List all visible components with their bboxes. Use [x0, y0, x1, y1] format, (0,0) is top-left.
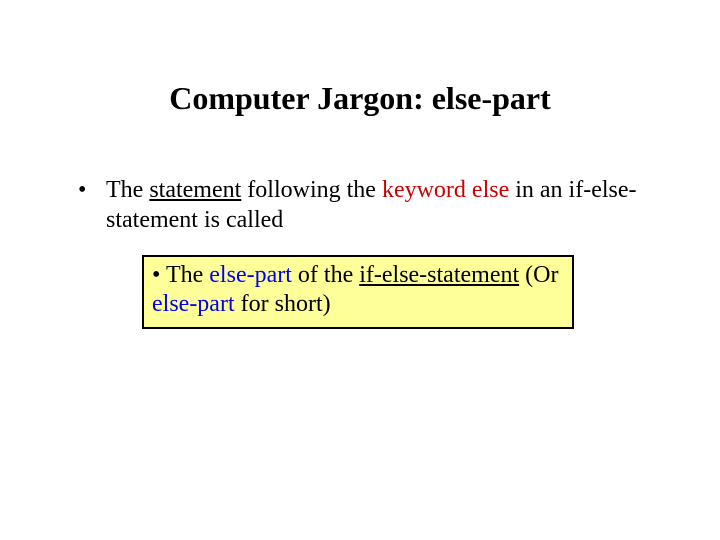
text-segment: following the [241, 177, 382, 203]
slide: Computer Jargon: else-part • The stateme… [0, 0, 720, 540]
underlined-if-else: if-else-statement [359, 262, 519, 288]
bullet-text: The statement following the keyword else… [106, 175, 660, 235]
keyword-else: keyword else [382, 177, 509, 203]
text-segment: of the [292, 262, 359, 288]
slide-title: Computer Jargon: else-part [0, 80, 720, 117]
term-else-part-short: else-part [152, 291, 235, 317]
bullet-mark: • [78, 175, 86, 205]
underlined-statement: statement [149, 177, 241, 203]
term-else-part: else-part [209, 262, 292, 288]
definition-box: • The else-part of the if-else-statement… [142, 255, 574, 329]
text-segment: (Or [519, 262, 558, 288]
text-segment: • The [152, 262, 209, 288]
text-segment: The [106, 177, 149, 203]
main-bullet: • The statement following the keyword el… [78, 175, 660, 235]
text-segment: for short) [235, 291, 331, 317]
